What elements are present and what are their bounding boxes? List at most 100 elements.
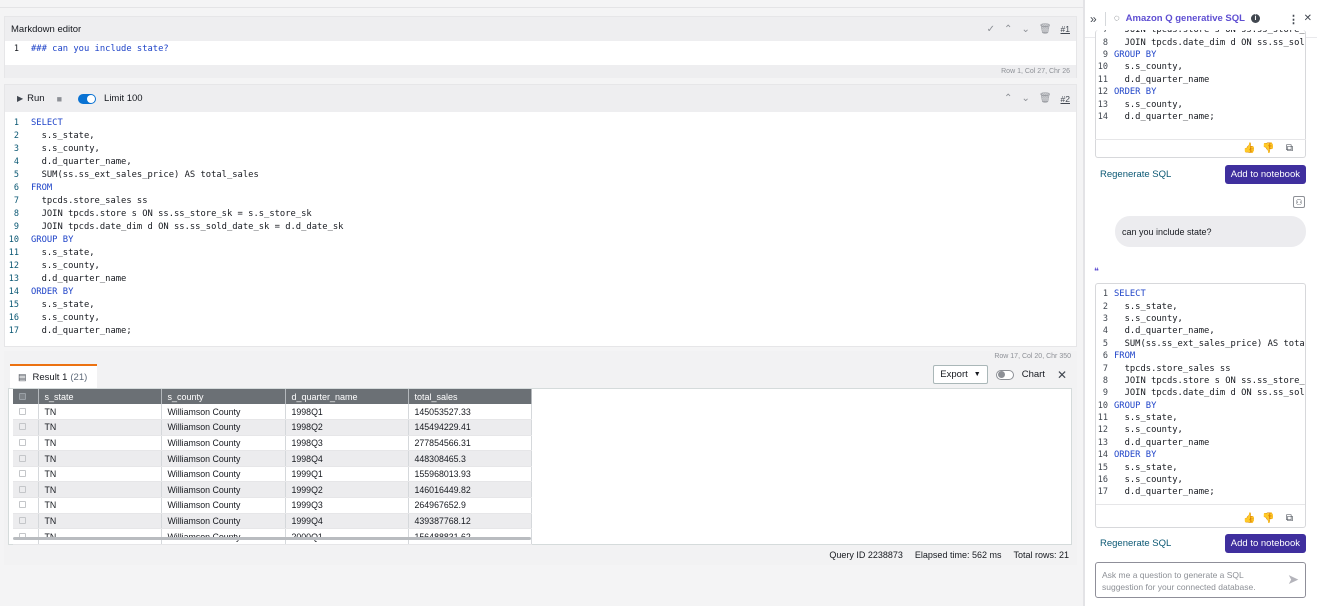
line-number: 2 xyxy=(1102,301,1108,312)
cell-number[interactable]: #1 xyxy=(1061,24,1070,34)
code-line: 9 JOIN tpcds.date_dim d ON ss.ss_sold_da… xyxy=(5,220,1076,233)
table-cell: Williamson County xyxy=(161,513,286,530)
row-select-cell[interactable] xyxy=(13,450,39,467)
table-cell: 1999Q1 xyxy=(285,466,409,483)
select-all-checkbox[interactable] xyxy=(19,392,26,400)
table-cell: 1998Q1 xyxy=(285,404,409,421)
line-number: 14 xyxy=(1097,450,1108,461)
close-icon[interactable]: ✕ xyxy=(1304,13,1312,24)
row-checkbox[interactable] xyxy=(19,516,26,524)
table-row[interactable]: TN Williamson County 1998Q1 145053527.33 xyxy=(13,404,532,421)
table-row[interactable]: TN Williamson County 1999Q3 264967652.9 xyxy=(13,497,532,514)
row-checkbox[interactable] xyxy=(19,470,26,478)
table-cell: TN xyxy=(38,466,162,483)
horizontal-scrollbar[interactable] xyxy=(13,537,531,540)
column-header[interactable]: s_state xyxy=(38,389,162,404)
elapsed-time: Elapsed time: 562 ms xyxy=(914,550,1002,560)
copy-icon[interactable]: ⧉ xyxy=(1286,143,1293,154)
table-cell: 277854566.31 xyxy=(408,435,532,452)
add-to-notebook-button[interactable]: Add to notebook xyxy=(1224,165,1306,184)
row-checkbox[interactable] xyxy=(19,454,26,462)
code-footer-divider xyxy=(1095,139,1306,140)
thumbs-up-icon[interactable]: 👍 xyxy=(1243,143,1255,154)
sql-text: s.s_state, xyxy=(31,247,95,258)
code-line: 11 d.d_quarter_name xyxy=(1096,74,1305,86)
table-row[interactable]: TN Williamson County 1999Q4 439387768.12 xyxy=(13,513,532,530)
more-options-icon[interactable]: ⋮ xyxy=(1288,13,1299,26)
chevron-up-icon[interactable]: ⌃ xyxy=(1004,93,1012,104)
row-checkbox[interactable] xyxy=(19,438,26,446)
row-checkbox[interactable] xyxy=(19,407,26,415)
sql-text: d.d_quarter_name, xyxy=(31,156,132,167)
sql-cell[interactable]: ▶ Run ■ Limit 100 ⌃ ⌄ 🗑 #2 1 SELECT 2 s.s_… xyxy=(4,84,1077,347)
info-icon[interactable]: i xyxy=(1250,14,1260,23)
sql-text: JOIN tpcds.store s ON ss.ss_store_ xyxy=(1114,375,1305,386)
code-line: 5 SUM(ss.ss_ext_sales_price) AS tota xyxy=(1096,338,1305,350)
row-select-cell[interactable] xyxy=(13,466,39,483)
limit-toggle[interactable] xyxy=(78,93,97,104)
table-row[interactable]: TN Williamson County 1999Q1 155968013.93 xyxy=(13,466,532,483)
table-row[interactable]: TN Williamson County 1998Q2 145494229.41 xyxy=(13,419,532,436)
line-number: 13 xyxy=(1097,437,1108,448)
markdown-cell[interactable]: Markdown editor ✓ ⌃ ⌄ 🗑 #1 1 ### can you … xyxy=(4,16,1077,78)
table-row[interactable]: TN Williamson County 1998Q3 277854566.31 xyxy=(13,435,532,452)
sql-text: s.s_state, xyxy=(31,299,95,310)
total-rows: Total rows: 21 xyxy=(1013,550,1069,560)
chevron-up-icon[interactable]: ⌃ xyxy=(1004,24,1012,35)
play-icon[interactable]: ▶ xyxy=(17,94,23,103)
thumbs-down-icon[interactable]: 👎 xyxy=(1262,143,1274,154)
copy-icon[interactable]: ⧉ xyxy=(1286,513,1293,524)
line-number: 1 xyxy=(13,117,19,128)
sql-editor[interactable]: 1 SELECT 2 s.s_state, 3 s.s_county, 4 d.d_qu… xyxy=(5,112,1076,337)
regenerate-sql-link[interactable]: Regenerate SQL xyxy=(1095,169,1171,180)
row-select-cell[interactable] xyxy=(13,481,39,499)
table-cell: 439387768.12 xyxy=(408,513,532,530)
thumbs-up-icon[interactable]: 👍 xyxy=(1243,513,1255,524)
trash-icon[interactable]: 🗑 xyxy=(1039,93,1052,104)
sql-text: s.s_county, xyxy=(1114,475,1183,486)
table-row[interactable]: TN Williamson County 1999Q2 146016449.82 xyxy=(13,481,532,499)
close-icon[interactable]: ✕ xyxy=(1057,368,1067,382)
line-number: 7 xyxy=(13,195,19,206)
row-select-cell[interactable] xyxy=(13,435,39,452)
code-line: 4 d.d_quarter_name, xyxy=(1096,325,1305,337)
markdown-editor[interactable]: 1 ### can you include state? xyxy=(5,41,1076,55)
row-select-cell[interactable] xyxy=(13,513,39,530)
trash-icon[interactable]: 🗑 xyxy=(1039,24,1052,35)
run-button[interactable]: Run xyxy=(27,93,44,104)
results-table-panel[interactable]: s_state s_county d_quarter_name total_sa… xyxy=(8,388,1072,545)
export-dropdown[interactable]: Export ▼ xyxy=(933,365,988,384)
regenerate-sql-link[interactable]: Regenerate SQL xyxy=(1095,538,1171,549)
row-select-cell[interactable] xyxy=(13,497,39,514)
column-header[interactable]: s_county xyxy=(161,389,286,404)
table-cell: 448308465.3 xyxy=(408,450,532,467)
results-table: s_state s_county d_quarter_name total_sa… xyxy=(13,389,532,545)
send-icon[interactable]: ➤ xyxy=(1287,572,1299,586)
line-number: 4 xyxy=(1102,326,1108,337)
row-checkbox[interactable] xyxy=(19,423,26,431)
chart-toggle[interactable] xyxy=(995,369,1014,380)
check-icon[interactable]: ✓ xyxy=(987,24,995,35)
chevron-down-icon[interactable]: ⌄ xyxy=(1021,24,1029,35)
row-select-cell[interactable] xyxy=(13,404,39,421)
table-cell: TN xyxy=(38,450,162,467)
select-all-header[interactable] xyxy=(13,389,39,404)
column-header[interactable]: d_quarter_name xyxy=(285,389,409,404)
add-to-notebook-button[interactable]: Add to notebook xyxy=(1224,534,1306,553)
question-input[interactable]: Ask me a question to generate a SQL sugg… xyxy=(1095,562,1306,598)
row-checkbox[interactable] xyxy=(19,501,26,509)
table-cell: 145053527.33 xyxy=(408,404,532,421)
thumbs-down-icon[interactable]: 👎 xyxy=(1262,513,1274,524)
collapse-panel-icon[interactable]: » xyxy=(1090,12,1097,26)
result-tab[interactable]: ▤ Result 1 (21) xyxy=(10,364,97,388)
column-header[interactable]: total_sales xyxy=(408,389,532,404)
new-sql-suggestion[interactable]: 1 SELECT 2 s.s_state, 3 s.s_county, 4 d.d_qu… xyxy=(1095,283,1306,528)
row-checkbox[interactable] xyxy=(19,485,26,493)
row-select-cell[interactable] xyxy=(13,419,39,436)
chevron-down-icon[interactable]: ⌄ xyxy=(1021,93,1029,104)
line-number: 15 xyxy=(8,299,19,310)
table-row[interactable]: TN Williamson County 1998Q4 448308465.3 xyxy=(13,450,532,467)
cell-number[interactable]: #2 xyxy=(1061,94,1070,104)
stop-icon[interactable]: ■ xyxy=(57,94,62,104)
sql-cursor-status: Row 17, Col 20, Chr 350 xyxy=(994,353,1071,360)
